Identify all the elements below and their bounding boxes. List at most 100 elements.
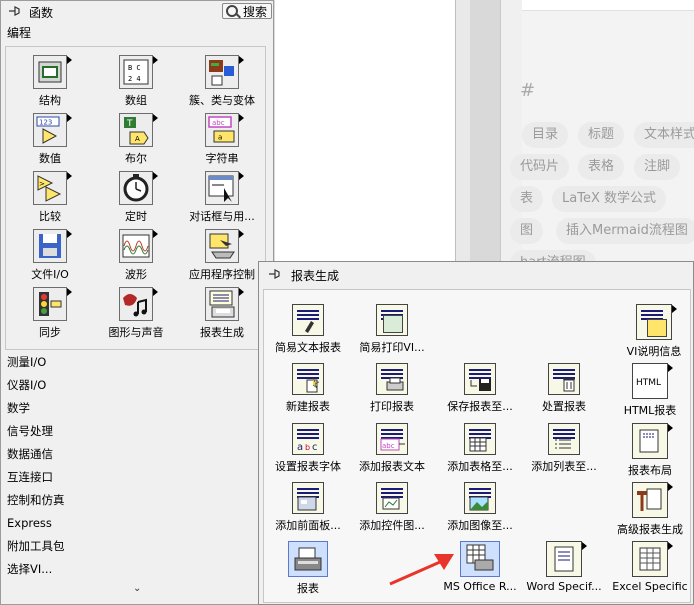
category-addons[interactable]: 附加工具包 bbox=[7, 535, 65, 558]
report-layout-icon bbox=[632, 423, 673, 459]
palette-item-label: 数组 bbox=[125, 94, 147, 107]
print-report-icon bbox=[376, 363, 408, 395]
scroll-down-chevron-icon[interactable]: ⌄ bbox=[133, 583, 141, 594]
report-item-easy-text[interactable]: 简易文本报表 bbox=[264, 304, 352, 355]
category-signal-processing[interactable]: 信号处理 bbox=[7, 420, 65, 443]
category-connectivity[interactable]: 互连接口 bbox=[7, 466, 65, 489]
report-item-label: 添加控件图... bbox=[359, 519, 425, 532]
svg-text:123: 123 bbox=[39, 119, 52, 127]
html-report-icon: HTML bbox=[632, 363, 673, 399]
report-item-append-text[interactable]: abc 添加报表文本 bbox=[348, 423, 436, 474]
report-item-advanced[interactable]: 高级报表生成 bbox=[606, 482, 694, 537]
palette-item-boolean[interactable]: TA 布尔 bbox=[96, 113, 176, 166]
category-instrument-io[interactable]: 仪器I/O bbox=[7, 374, 65, 397]
category-express[interactable]: Express bbox=[7, 512, 65, 535]
palette-title: 函数 bbox=[29, 6, 54, 20]
tag-mermaid[interactable]: 插入Mermaid流程图 bbox=[556, 218, 694, 244]
palette-item-waveform[interactable]: 波形 bbox=[96, 229, 176, 282]
palette-item-label: 波形 bbox=[125, 268, 147, 281]
report-item-label: Excel Specific bbox=[612, 580, 688, 593]
save-report-icon bbox=[464, 363, 496, 395]
palette-item-report-generation[interactable]: 报表生成 bbox=[182, 287, 262, 340]
report-item-append-image[interactable]: 添加图像至... bbox=[436, 482, 524, 533]
vi-documentation-icon bbox=[636, 304, 677, 340]
pin-icon[interactable] bbox=[267, 267, 281, 281]
report-item-vi-doc[interactable]: VI说明信息 bbox=[610, 304, 694, 359]
editor-topbar bbox=[522, 0, 694, 11]
report-item-label: HTML报表 bbox=[623, 404, 677, 417]
category-control-simulation[interactable]: 控制和仿真 bbox=[7, 489, 65, 512]
svg-text:c: c bbox=[312, 442, 318, 453]
tag-footnote[interactable]: 注脚 bbox=[634, 154, 681, 180]
palette-item-numeric[interactable]: 123 数值 bbox=[10, 113, 90, 166]
report-item-append-front-panel[interactable]: 添加前面板... bbox=[264, 482, 352, 533]
category-measurement-io[interactable]: 测量I/O bbox=[7, 351, 65, 374]
report-item-save[interactable]: 保存报表至... bbox=[436, 363, 524, 414]
report-item-append-list[interactable]: 添加列表至... bbox=[520, 423, 608, 474]
report-item-label: 添加前面板... bbox=[275, 519, 341, 532]
report-item-label: 添加表格至... bbox=[447, 460, 513, 473]
palette-item-label: 布尔 bbox=[125, 152, 147, 165]
append-table-icon bbox=[464, 423, 496, 455]
heading-mark: # bbox=[520, 80, 536, 101]
waveform-icon bbox=[119, 229, 158, 263]
tag-image[interactable]: 图 bbox=[510, 218, 544, 244]
report-item-layout[interactable]: 报表布局 bbox=[606, 423, 694, 478]
category-data-communication[interactable]: 数据通信 bbox=[7, 443, 65, 466]
svg-text:a: a bbox=[218, 134, 222, 142]
category-list: 测量I/O 仪器I/O 数学 信号处理 数据通信 互连接口 控制和仿真 Expr… bbox=[7, 351, 65, 581]
palette-item-dialog-ui[interactable]: 对话框与用... bbox=[182, 171, 262, 224]
palette-item-sync[interactable]: 同步 bbox=[10, 287, 90, 340]
report-item-dispose[interactable]: 处置报表 bbox=[520, 363, 608, 414]
tag-toc[interactable]: 目录 bbox=[522, 122, 569, 148]
svg-text:A: A bbox=[135, 135, 140, 143]
palette-item-label: 应用程序控制 bbox=[189, 268, 255, 281]
report-item-word-specific[interactable]: Word Specif... bbox=[520, 541, 608, 593]
palette-item-label: 字符串 bbox=[205, 152, 239, 165]
svg-text:abc: abc bbox=[212, 119, 225, 127]
programming-icon-grid: 结构 B C2 4 数组 簇、类与变体 123 数值 TA 布尔 abc a 字… bbox=[5, 46, 266, 350]
palette-item-array[interactable]: B C 2 4 数组 bbox=[96, 55, 176, 108]
dialog-ui-icon bbox=[205, 171, 244, 205]
palette-item-string[interactable]: abc a 字符串 bbox=[182, 113, 262, 166]
category-math[interactable]: 数学 bbox=[7, 397, 65, 420]
palette-item-label: 报表生成 bbox=[200, 326, 244, 339]
tag-table2[interactable]: 表 bbox=[510, 186, 544, 212]
category-header-programming[interactable]: 编程 bbox=[7, 24, 31, 41]
append-front-panel-icon bbox=[292, 482, 324, 514]
tag-table[interactable]: 表格 bbox=[578, 154, 625, 180]
report-item-label: 添加列表至... bbox=[531, 460, 597, 473]
report-item-new[interactable]: 新建报表 bbox=[264, 363, 352, 414]
palette-item-app-control[interactable]: 应用程序控制 bbox=[182, 229, 262, 282]
palette-item-timing[interactable]: 定时 bbox=[96, 171, 176, 224]
tag-text-style[interactable]: 文本样式 bbox=[634, 122, 694, 148]
numeric-icon: 123 bbox=[33, 113, 72, 147]
excel-specific-icon bbox=[632, 541, 673, 577]
word-specific-icon bbox=[546, 541, 587, 577]
comparison-icon: > bbox=[33, 171, 72, 205]
search-button[interactable]: 搜索 bbox=[222, 3, 272, 19]
tag-title[interactable]: 标题 bbox=[578, 122, 625, 148]
tag-latex[interactable]: LaTeX 数学公式 bbox=[552, 186, 666, 212]
report-item-append-table[interactable]: 添加表格至... bbox=[436, 423, 524, 474]
report-item-append-control-image[interactable]: 添加控件图... bbox=[348, 482, 436, 533]
palette-item-structures[interactable]: 结构 bbox=[10, 55, 90, 108]
report-item-report-express[interactable]: 报表 bbox=[264, 541, 352, 596]
palette-item-comparison[interactable]: > 比较 bbox=[10, 171, 90, 224]
report-item-excel-specific[interactable]: Excel Specific bbox=[606, 541, 694, 593]
palette-item-file-io[interactable]: 文件I/O bbox=[10, 229, 90, 282]
report-item-label: 报表 bbox=[297, 582, 319, 595]
background-canvas bbox=[275, 0, 455, 262]
report-item-easy-print[interactable]: 简易打印VI... bbox=[348, 304, 436, 355]
category-select-vi[interactable]: 选择VI... bbox=[7, 558, 65, 581]
pin-icon[interactable] bbox=[7, 4, 21, 18]
palette-item-graphics-sound[interactable]: 图形与声音 bbox=[96, 287, 176, 340]
palette-item-label: 比较 bbox=[39, 210, 61, 223]
report-item-print[interactable]: 打印报表 bbox=[348, 363, 436, 414]
report-item-set-font[interactable]: abc 设置报表字体 bbox=[264, 423, 352, 474]
tag-code[interactable]: 代码片 bbox=[510, 154, 570, 180]
functions-palette: 函数 搜索 编程 结构 B C2 4 数组 簇、类与变体 123 数值 T A … bbox=[0, 0, 274, 605]
report-item-html[interactable]: HTML HTML报表 bbox=[606, 363, 694, 418]
report-palette-title: 报表生成 bbox=[291, 269, 340, 283]
palette-item-cluster[interactable]: 簇、类与变体 bbox=[182, 55, 262, 108]
